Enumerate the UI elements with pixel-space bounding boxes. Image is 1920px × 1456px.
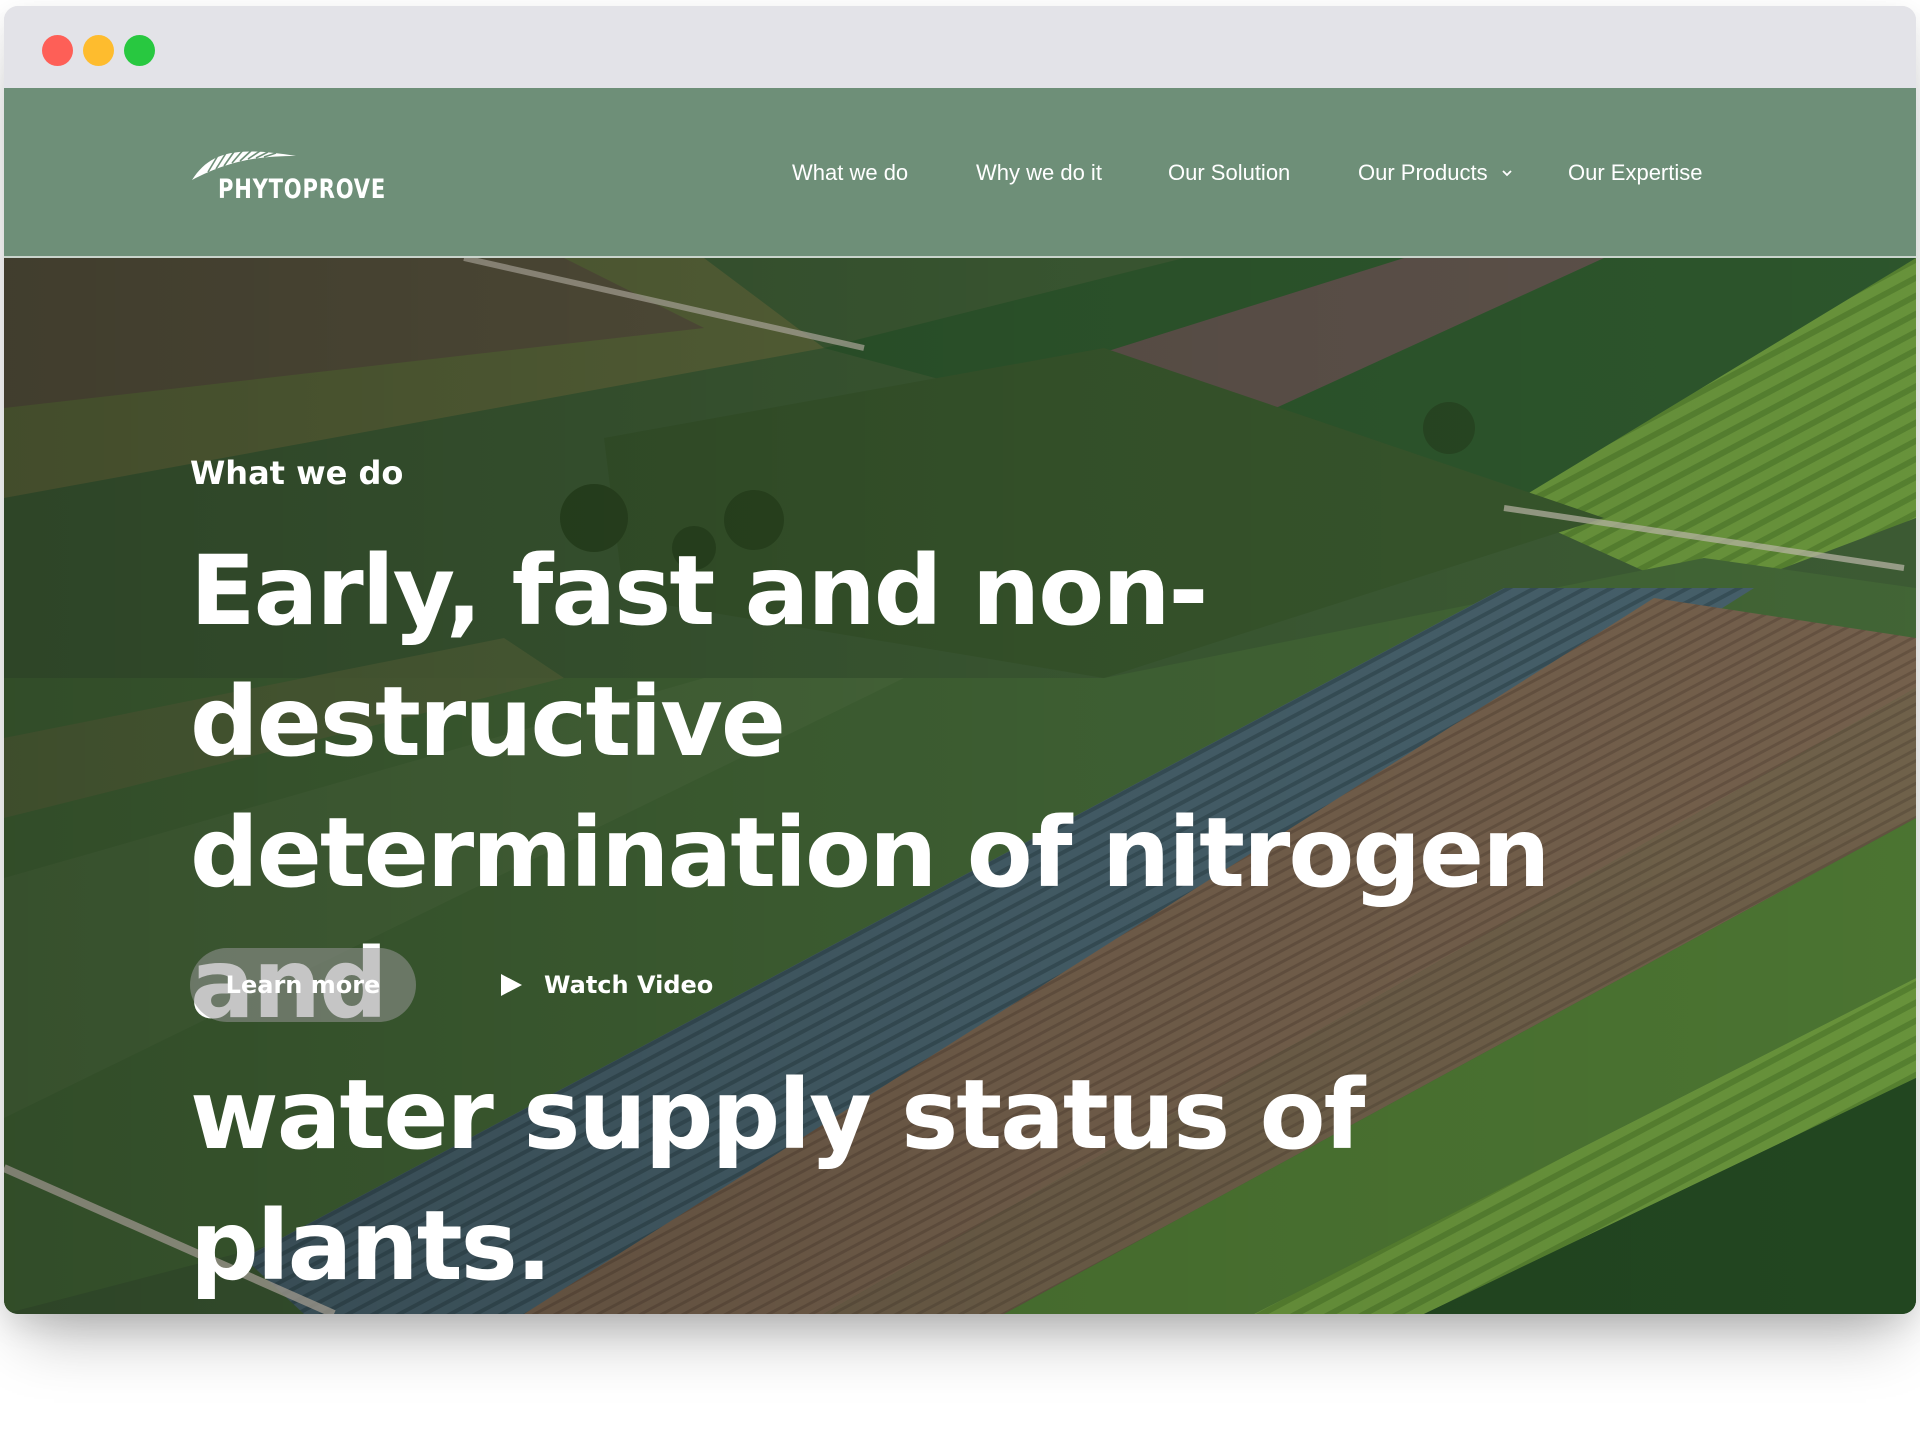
main-nav: What we do Why we do it Our Solution Our… — [4, 160, 1916, 190]
watch-video-label: Watch Video — [544, 971, 714, 999]
nav-item-our-solution[interactable]: Our Solution — [1168, 160, 1290, 186]
nav-item-our-expertise[interactable]: Our Expertise — [1568, 160, 1703, 186]
close-window-button[interactable] — [42, 35, 73, 66]
nav-item-why-we-do-it[interactable]: Why we do it — [976, 160, 1102, 186]
learn-more-button[interactable]: Learn more — [190, 948, 416, 1022]
window-titlebar — [4, 6, 1916, 88]
headline-line: water supply status of plants. — [190, 1059, 1365, 1302]
headline-line: determination of nitrogen and — [190, 797, 1551, 1040]
nav-item-label: Our Expertise — [1568, 160, 1703, 185]
browser-window: PHYTOPROVE What we do Why we do it Our S… — [4, 6, 1916, 1314]
hero-headline: Early, fast and non-destructive determin… — [190, 526, 1750, 1312]
nav-item-label: What we do — [792, 160, 909, 185]
headline-line: Early, fast and non-destructive — [190, 535, 1208, 778]
play-icon — [501, 974, 522, 996]
hero-section: What we do Early, fast and non-destructi… — [4, 258, 1916, 1314]
nav-item-label: Our Solution — [1168, 160, 1291, 185]
nav-item-our-products[interactable]: Our Products — [1358, 160, 1514, 186]
nav-item-label: Our Products — [1358, 160, 1488, 185]
maximize-window-button[interactable] — [124, 35, 155, 66]
watch-video-button[interactable]: Watch Video — [498, 966, 713, 1004]
hero-eyebrow: What we do — [190, 454, 404, 492]
minimize-window-button[interactable] — [83, 35, 114, 66]
nav-item-label: Why we do it — [976, 160, 1102, 185]
site-header: PHYTOPROVE What we do Why we do it Our S… — [4, 88, 1916, 258]
chevron-down-icon — [1501, 170, 1512, 177]
nav-item-what-we-do[interactable]: What we do — [792, 160, 908, 186]
